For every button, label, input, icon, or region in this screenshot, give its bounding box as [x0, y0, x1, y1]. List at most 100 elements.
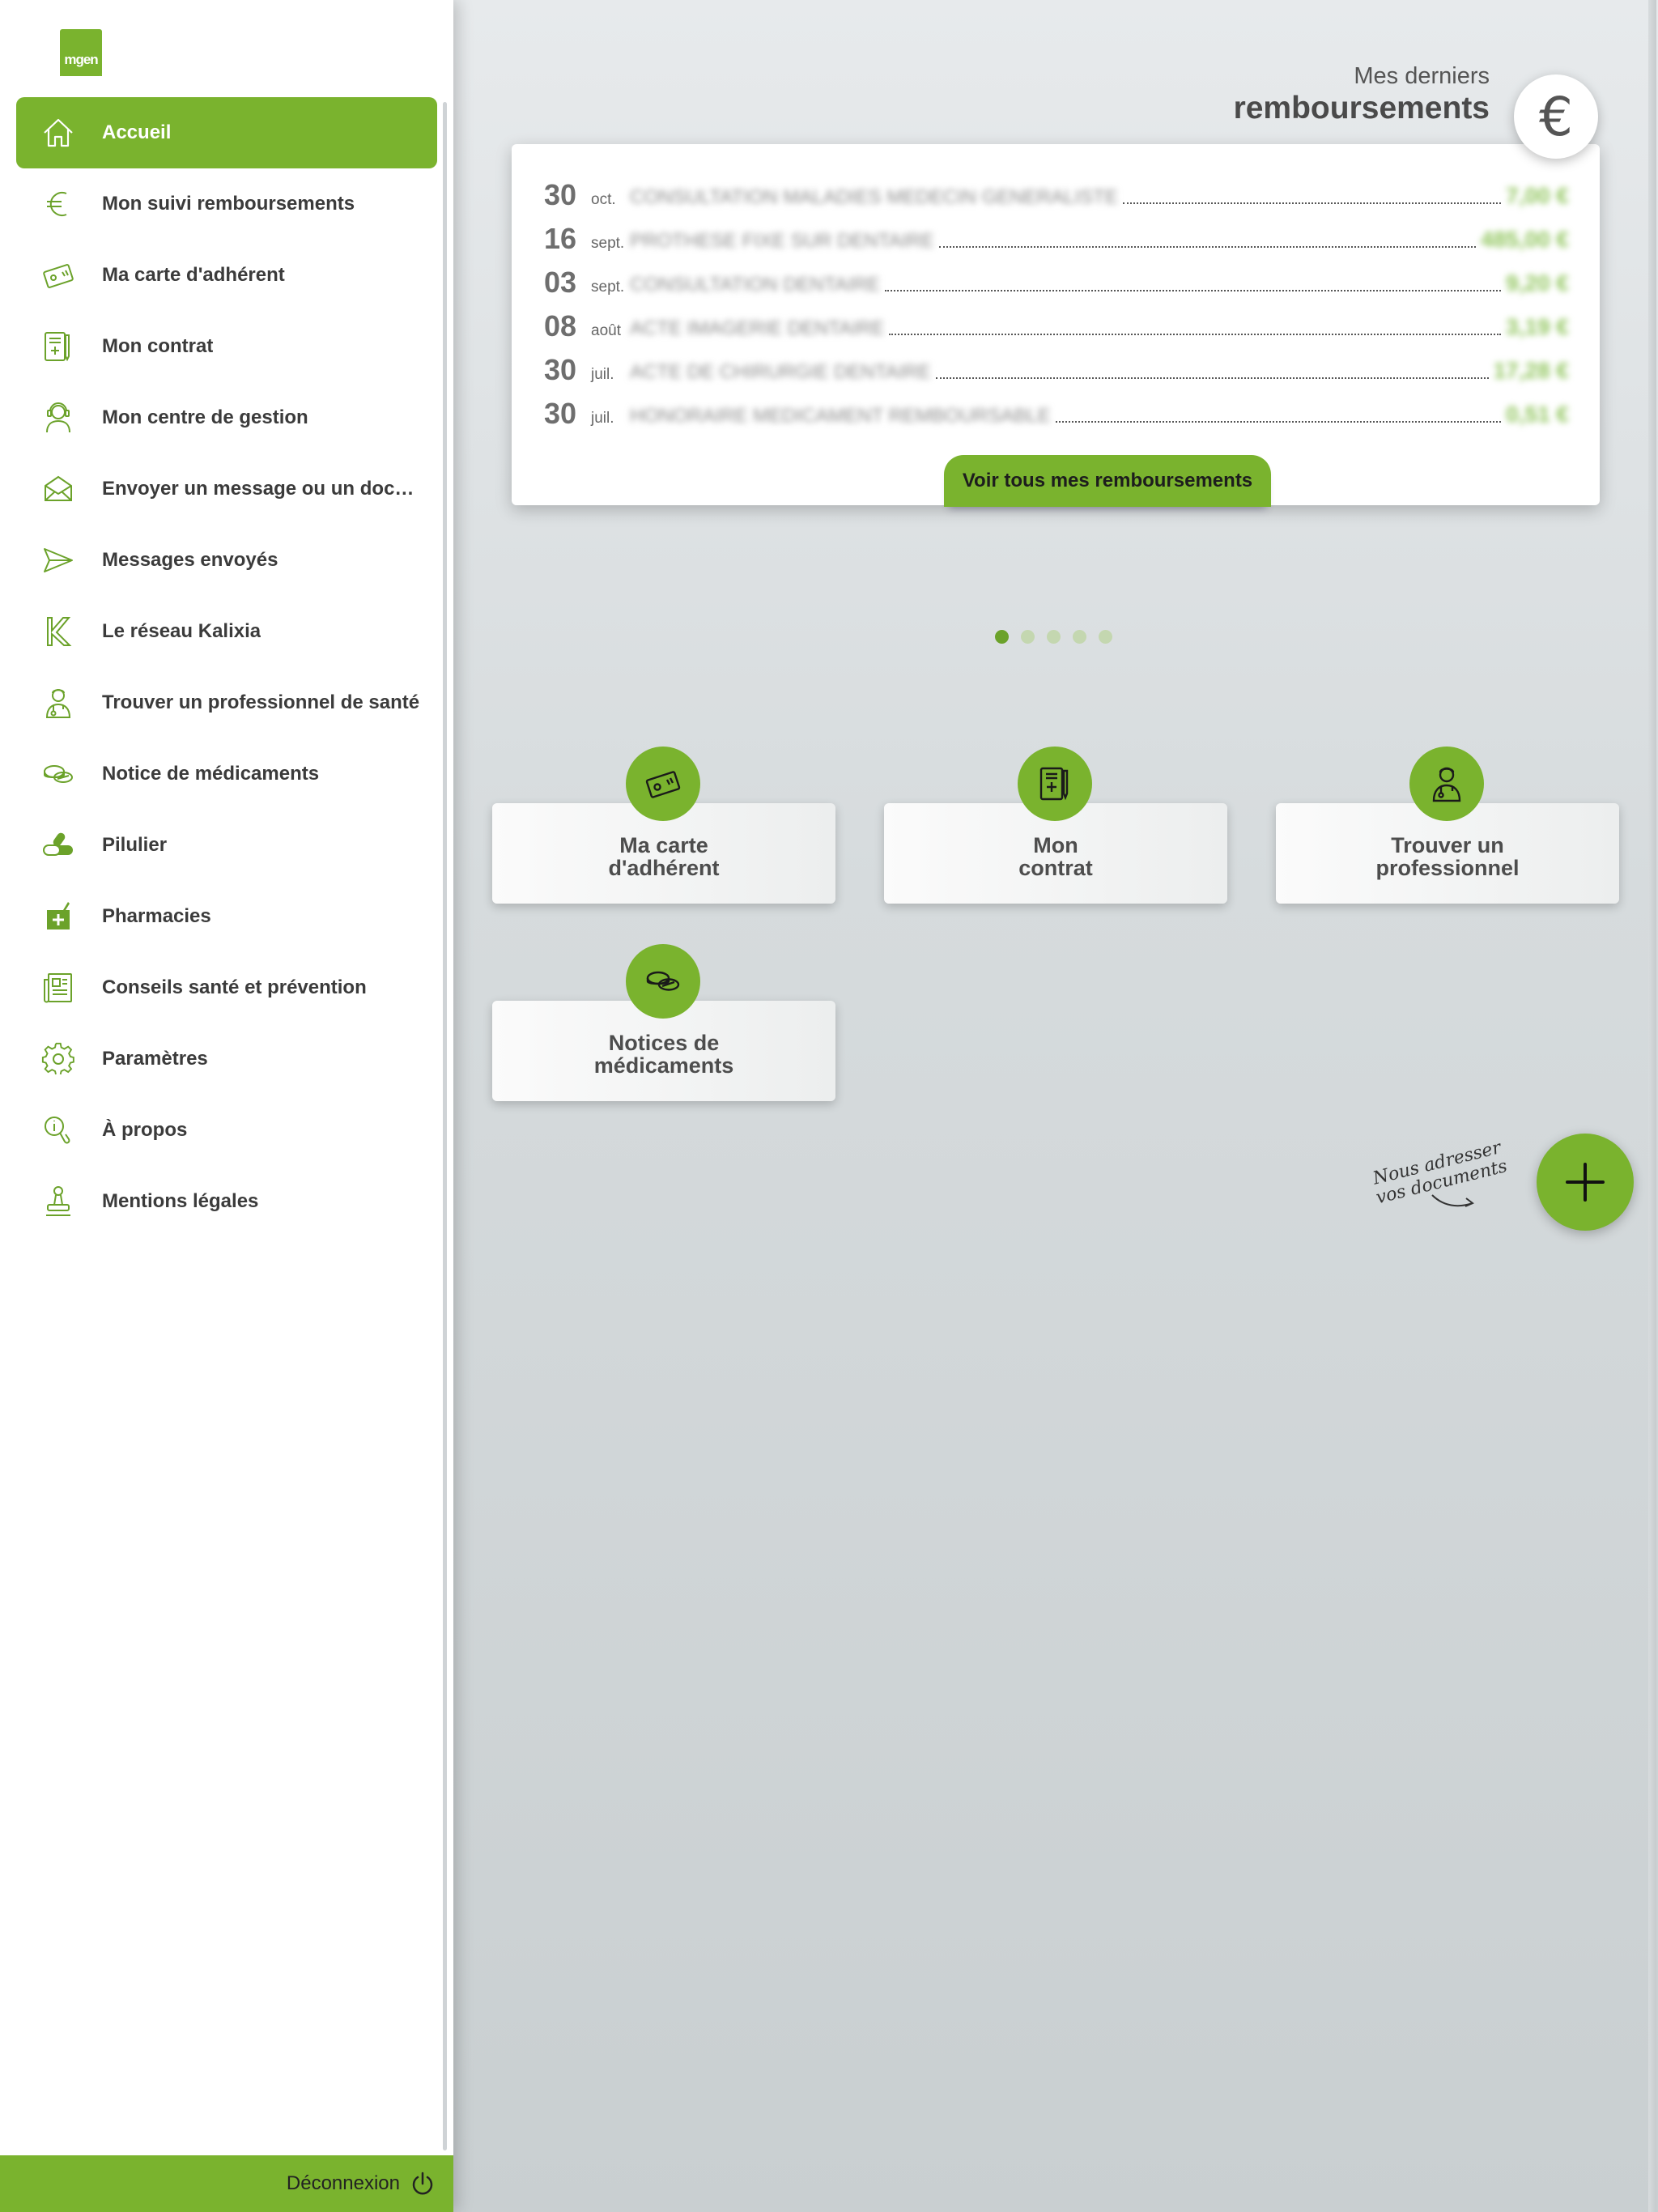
reimbursement-day: 08	[544, 309, 577, 342]
sidebar-item-messages-envoyes[interactable]: Messages envoyés	[16, 525, 437, 596]
reimbursement-amount: 7,00 €	[1506, 183, 1569, 208]
dotted-leader	[889, 334, 1502, 335]
reimbursement-day: 30	[544, 397, 577, 430]
reimbursement-month: sept.	[591, 235, 625, 252]
sidebar-item-kalixia[interactable]: Le réseau Kalixia	[16, 596, 437, 667]
reimbursement-day: 30	[544, 353, 577, 386]
main-content: Mes derniers remboursements € 30 oct. CO…	[453, 0, 1658, 2212]
contract-icon	[16, 311, 94, 382]
carousel-dot[interactable]	[1021, 630, 1035, 644]
reimbursement-month: sept.	[591, 279, 625, 296]
carousel-dot[interactable]	[1073, 630, 1086, 644]
sidebar-item-trouver-professionnel[interactable]: Trouver un professionnel de santé	[16, 667, 437, 738]
advisor-icon	[16, 382, 94, 453]
stamp-icon	[16, 1166, 94, 1237]
reimbursement-row[interactable]: 16 sept. PROTHESE FIXE SUR DENTAIRE 485,…	[544, 212, 1569, 256]
reimbursement-row[interactable]: 30 oct. CONSULTATION MALADIES MEDECIN GE…	[544, 168, 1569, 212]
carousel-dot[interactable]	[1099, 630, 1112, 644]
sidebar-item-pharmacies[interactable]: Pharmacies	[16, 881, 437, 952]
reimbursement-description: ACTE IMAGERIE DENTAIRE	[630, 317, 885, 339]
reimbursement-amount: 0,51 €	[1506, 402, 1569, 427]
sidebar-item-notice-medicaments[interactable]: Notice de médicaments	[16, 738, 437, 810]
reimbursement-month: oct.	[591, 191, 616, 208]
gear-icon	[16, 1023, 94, 1095]
sidebar-menu: Accueil Mon suivi remboursements Ma cart…	[16, 97, 437, 1237]
send-icon	[16, 525, 94, 596]
sidebar-item-envoyer-message[interactable]: Envoyer un message ou un document	[16, 453, 437, 525]
pills-icon	[16, 738, 94, 810]
sidebar-item-label: Conseils santé et prévention	[102, 976, 367, 998]
reimbursement-row[interactable]: 30 juil. HONORAIRE MEDICAMENT REMBOURSAB…	[544, 387, 1569, 431]
reimbursements-title: remboursements	[1233, 91, 1490, 125]
sidebar-item-label: Le réseau Kalixia	[102, 620, 261, 642]
reimbursement-row[interactable]: 30 juil. ACTE DE CHIRURGIE DENTAIRE 17,2…	[544, 343, 1569, 387]
see-all-reimbursements-button[interactable]: Voir tous mes remboursements	[944, 455, 1271, 507]
logout-label: Déconnexion	[286, 2172, 400, 2194]
logout-button[interactable]: Déconnexion	[0, 2155, 453, 2212]
mgen-logo[interactable]: mgen	[60, 29, 102, 76]
sidebar-item-pilulier[interactable]: Pilulier	[16, 810, 437, 881]
carousel-dot[interactable]	[1047, 630, 1061, 644]
reimbursement-month: août	[591, 322, 621, 339]
sidebar-item-parametres[interactable]: Paramètres	[16, 1023, 437, 1095]
euro-icon[interactable]: €	[1514, 74, 1598, 159]
kalixia-icon	[16, 596, 94, 667]
sidebar-item-label: Ma carte d'adhérent	[102, 264, 285, 286]
pharmacy-icon	[16, 881, 94, 952]
sidebar-item-contrat[interactable]: Mon contrat	[16, 311, 437, 382]
reimbursement-description: PROTHESE FIXE SUR DENTAIRE	[630, 230, 934, 252]
reimbursement-description: HONORAIRE MEDICAMENT REMBOURSABLE	[630, 405, 1051, 427]
curved-arrow-icon	[1431, 1194, 1474, 1207]
reimbursement-amount: 9,20 €	[1506, 270, 1569, 296]
info-icon	[16, 1095, 94, 1166]
main-scrollbar[interactable]	[1648, 0, 1656, 2212]
power-icon	[412, 2172, 433, 2195]
add-document-button[interactable]	[1537, 1134, 1634, 1231]
pill-box-icon	[16, 810, 94, 881]
dotted-leader	[1122, 202, 1502, 204]
sidebar-item-label: Accueil	[102, 121, 172, 143]
sidebar-item-label: Mon contrat	[102, 335, 214, 357]
sidebar-scrollbar[interactable]	[443, 102, 447, 2150]
sidebar-item-label: Envoyer un message ou un document	[102, 478, 426, 500]
pills-icon[interactable]	[626, 944, 700, 1019]
contract-icon[interactable]	[1018, 747, 1092, 821]
sidebar-item-remboursements[interactable]: Mon suivi remboursements	[16, 168, 437, 240]
reimbursement-month: juil.	[591, 366, 614, 383]
sidebar-item-centre-gestion[interactable]: Mon centre de gestion	[16, 382, 437, 453]
newspaper-icon	[16, 952, 94, 1023]
reimbursement-amount: 17,28 €	[1493, 358, 1569, 383]
card-icon[interactable]	[626, 747, 700, 821]
sidebar: mgen Accueil Mon suivi remboursements Ma…	[0, 0, 453, 2212]
doctor-icon[interactable]	[1409, 747, 1484, 821]
sidebar-item-accueil[interactable]: Accueil	[16, 97, 437, 168]
reimbursement-description: CONSULTATION MALADIES MEDECIN GENERALIST…	[630, 186, 1118, 208]
sidebar-item-mentions-legales[interactable]: Mentions légales	[16, 1166, 437, 1237]
card-icon	[16, 240, 94, 311]
reimbursement-day: 30	[544, 178, 577, 211]
sidebar-item-carte[interactable]: Ma carte d'adhérent	[16, 240, 437, 311]
reimbursement-description: CONSULTATION DENTAIRE	[630, 274, 880, 296]
reimbursements-title-small: Mes derniers	[1354, 63, 1490, 89]
reimbursement-row[interactable]: 03 sept. CONSULTATION DENTAIRE 9,20 €	[544, 256, 1569, 300]
sidebar-item-label: Paramètres	[102, 1048, 208, 1070]
dotted-leader	[935, 377, 1489, 379]
reimbursement-day: 03	[544, 266, 577, 299]
dotted-leader	[938, 246, 1476, 248]
reimbursement-amount: 485,00 €	[1481, 227, 1569, 252]
plus-icon	[1566, 1163, 1605, 1202]
sidebar-item-conseils-sante[interactable]: Conseils santé et prévention	[16, 952, 437, 1023]
reimbursement-day: 16	[544, 222, 577, 255]
sidebar-item-label: À propos	[102, 1119, 188, 1141]
sidebar-item-label: Mon centre de gestion	[102, 406, 308, 428]
carousel-dot[interactable]	[995, 630, 1009, 644]
reimbursements-card: 30 oct. CONSULTATION MALADIES MEDECIN GE…	[512, 144, 1600, 507]
doctor-icon	[16, 667, 94, 738]
reimbursement-description: ACTE DE CHIRURGIE DENTAIRE	[630, 361, 931, 383]
carousel-pagination	[995, 630, 1112, 644]
sidebar-item-label: Notice de médicaments	[102, 763, 320, 785]
reimbursement-row[interactable]: 08 août ACTE IMAGERIE DENTAIRE 3,19 €	[544, 300, 1569, 343]
sidebar-item-a-propos[interactable]: À propos	[16, 1095, 437, 1166]
sidebar-item-label: Pharmacies	[102, 905, 211, 927]
sidebar-item-label: Mentions légales	[102, 1190, 259, 1212]
